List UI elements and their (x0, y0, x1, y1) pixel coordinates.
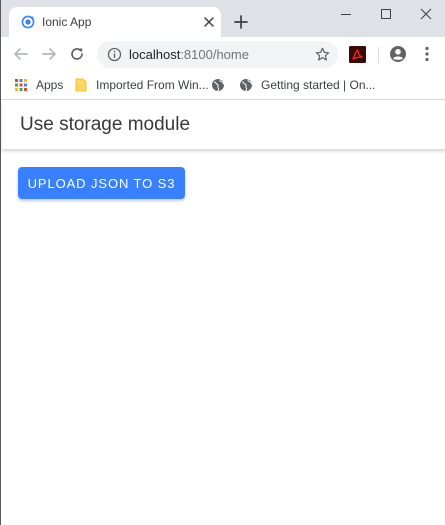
account-circle-icon[interactable] (388, 44, 408, 64)
arrow-right-icon[interactable] (39, 44, 59, 64)
maximize-button[interactable] (366, 0, 406, 28)
bookmark-label: Getting started | On... (261, 78, 376, 92)
tab-close-icon[interactable] (201, 14, 217, 30)
bookmarks-bar: Apps Imported From Win... Getting starte… (1, 72, 445, 100)
page-title: Use storage module (20, 114, 191, 135)
app-content: UPLOAD JSON TO S3 (2, 150, 445, 525)
kebab-menu-icon[interactable] (417, 44, 437, 64)
minimize-icon (341, 14, 351, 15)
apps-grid-icon (15, 79, 27, 91)
new-tab-plus-icon[interactable] (233, 14, 249, 30)
close-icon (420, 8, 432, 20)
bookmark-globe[interactable] (211, 76, 233, 94)
url-host: localhost (129, 47, 181, 62)
bookmark-folder-imported[interactable]: Imported From Win... (74, 76, 209, 94)
reload-icon[interactable] (67, 44, 87, 64)
browser-toolbar: localhost:8100/home (1, 37, 445, 72)
maximize-icon (381, 9, 391, 19)
minimize-button[interactable] (326, 0, 366, 28)
bookmark-label: Apps (36, 78, 64, 92)
tab-strip: Ionic App (1, 0, 445, 37)
url-text: localhost:8100/home (129, 47, 249, 62)
window-close-button[interactable] (406, 0, 445, 28)
browser-window: Ionic App localhost:8100/home Apps Impor… (0, 0, 445, 525)
bookmark-apps[interactable]: Apps (14, 76, 63, 94)
toolbar-separator (378, 47, 379, 63)
app-header-toolbar: Use storage module (2, 100, 445, 149)
bookmark-label: Imported From Win... (96, 78, 209, 92)
address-bar[interactable]: localhost:8100/home (97, 41, 338, 68)
tab-title: Ionic App (42, 15, 92, 29)
globe-icon (212, 79, 225, 92)
upload-json-button[interactable]: UPLOAD JSON TO S3 (18, 167, 185, 199)
adobe-acrobat-icon[interactable] (349, 46, 366, 63)
info-icon[interactable] (107, 47, 122, 62)
bookmark-getting-started[interactable]: Getting started | On... (239, 76, 376, 94)
ionic-favicon-icon (21, 15, 35, 29)
arrow-left-icon[interactable] (11, 44, 31, 64)
star-icon[interactable] (315, 47, 330, 62)
url-path: :8100/home (180, 47, 249, 62)
tab-ionic-app[interactable]: Ionic App (9, 7, 221, 37)
folder-icon (75, 78, 87, 92)
globe-icon (240, 79, 253, 92)
